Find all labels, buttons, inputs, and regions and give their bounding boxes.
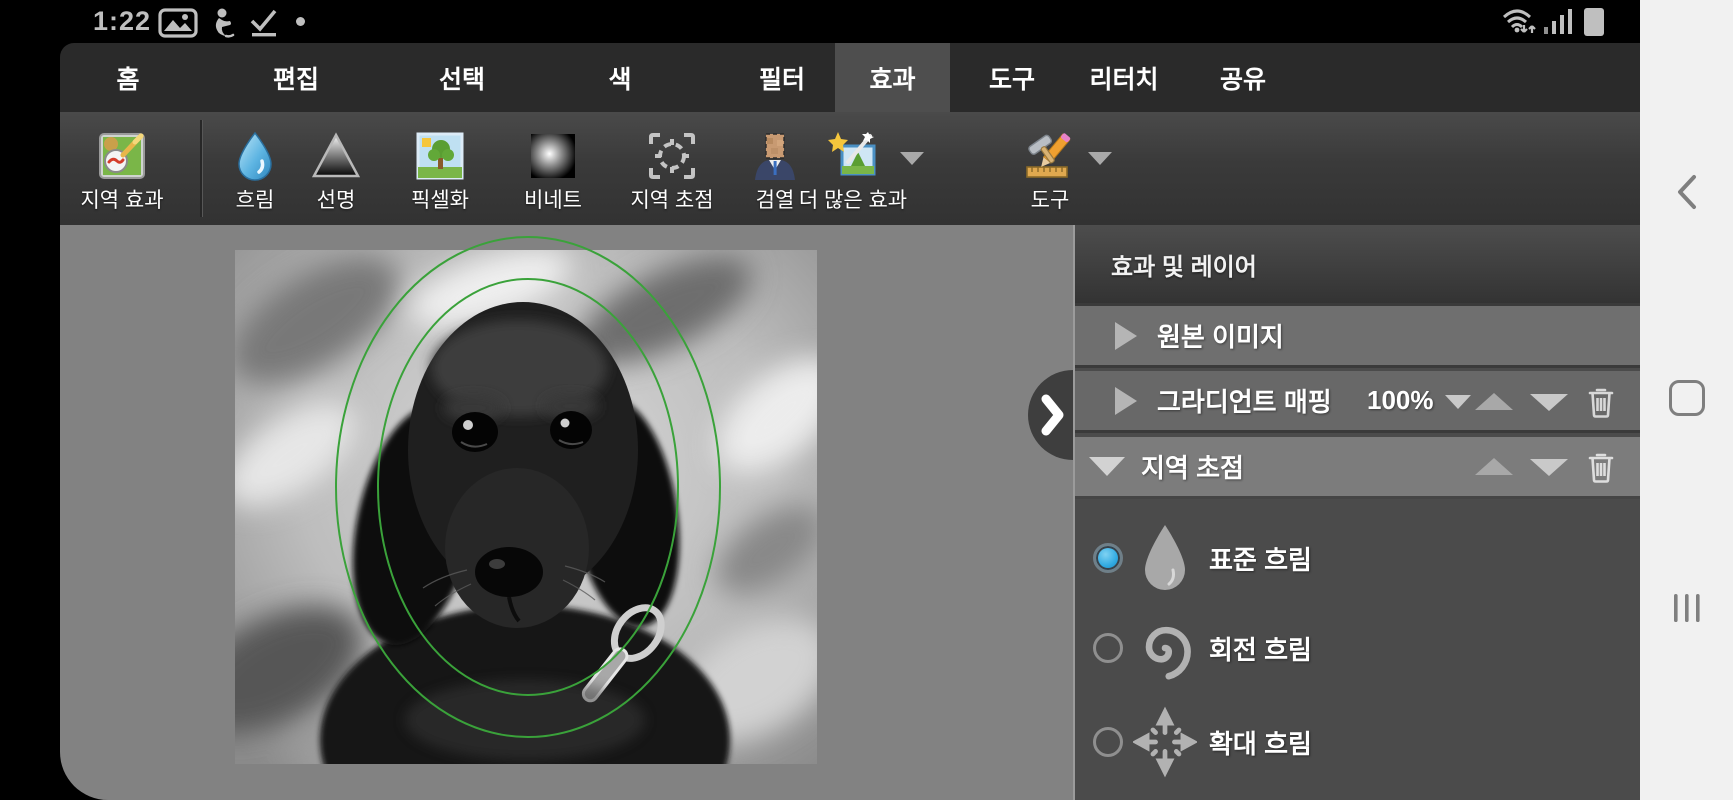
signal-icon	[1544, 9, 1572, 34]
chevron-down-icon	[1088, 152, 1112, 165]
nav-recents-button[interactable]	[1640, 563, 1733, 653]
zoom-arrows-icon	[1133, 706, 1197, 778]
notification-dot	[296, 17, 305, 26]
effects-layers-panel: 효과 및 레이어 원본 이미지 그라디언트 매핑 100% 지역 초점 표준 흐…	[1073, 225, 1640, 800]
focus-option-rotation-blur[interactable]: 회전 흐림	[1075, 608, 1640, 688]
delete-layer-icon[interactable]	[1587, 451, 1615, 483]
toolbar-region-effects[interactable]: 지역 효과	[62, 112, 182, 225]
person-notification-icon	[215, 8, 235, 38]
more-effects-icon	[828, 132, 876, 176]
android-nav-bar	[1640, 0, 1733, 800]
blur-droplet-icon	[238, 131, 272, 181]
move-layer-down-icon[interactable]	[1530, 394, 1568, 411]
radio-selected-icon[interactable]	[1093, 543, 1123, 573]
focus-option-zoom-blur[interactable]: 확대 흐림	[1075, 702, 1640, 782]
tab-home[interactable]: 홈	[48, 43, 208, 112]
home-square-icon	[1668, 380, 1705, 416]
droplet-icon	[1145, 525, 1185, 590]
nav-back-button[interactable]	[1640, 147, 1733, 237]
panel-title: 효과 및 레이어	[1111, 253, 1257, 281]
layer-row-radial-focus[interactable]: 지역 초점	[1075, 437, 1640, 499]
move-layer-up-icon[interactable]	[1475, 393, 1513, 410]
tab-share[interactable]: 공유	[1163, 43, 1323, 112]
move-layer-down-icon[interactable]	[1530, 459, 1568, 476]
region-effects-icon	[99, 133, 145, 179]
check-notification-icon	[250, 9, 277, 37]
nav-home-button[interactable]	[1640, 353, 1733, 443]
spiral-icon	[1145, 626, 1191, 680]
layer-row-gradient-mapping[interactable]: 그라디언트 매핑 100%	[1075, 371, 1640, 433]
collapse-down-icon[interactable]	[1089, 457, 1125, 476]
sharpen-triangle-icon	[311, 132, 361, 178]
toolbar-pixelate[interactable]: 픽셀화	[380, 112, 500, 225]
radio-unselected-icon[interactable]	[1093, 633, 1123, 663]
tab-select[interactable]: 선택	[382, 43, 542, 112]
vignette-icon	[531, 134, 575, 178]
toolbar-vignette[interactable]: 비네트	[493, 112, 613, 225]
layer-row-original-image[interactable]: 원본 이미지	[1075, 306, 1640, 368]
toolbar-more-effects[interactable]: 더 많은 효과	[788, 112, 924, 225]
tab-edit[interactable]: 편집	[216, 43, 376, 112]
wifi-icon	[1502, 9, 1536, 33]
tab-bar: 홈 편집 선택 색 필터 효과 도구 리터치 공유	[60, 43, 1640, 113]
toolbar-sharpen[interactable]: 선명	[276, 112, 396, 225]
tools-icon	[1026, 133, 1071, 178]
pixelate-icon	[416, 132, 464, 180]
image-notification-icon	[158, 8, 198, 38]
status-bar: 1:22	[0, 0, 1640, 43]
delete-layer-icon[interactable]	[1587, 386, 1615, 418]
layer-opacity-value[interactable]: 100%	[1367, 385, 1434, 416]
effects-toolbar: 지역 효과 흐림 선명 픽셀화 비네트 지역 초점 검열 더 많은 효과 도구	[60, 112, 1640, 225]
photo-preview	[235, 250, 817, 764]
back-chevron-icon	[1677, 175, 1696, 209]
chevron-down-icon	[900, 152, 924, 165]
opacity-dropdown-icon[interactable]	[1445, 395, 1471, 409]
expand-right-icon[interactable]	[1115, 386, 1137, 415]
focus-option-standard-blur[interactable]: 표준 흐림	[1075, 518, 1640, 598]
clock: 1:22	[93, 6, 152, 36]
recents-icon	[1673, 594, 1700, 622]
radio-unselected-icon[interactable]	[1093, 727, 1123, 757]
toolbar-tools[interactable]: 도구	[990, 112, 1112, 225]
move-layer-up-icon[interactable]	[1475, 458, 1513, 475]
radial-focus-icon	[649, 133, 695, 179]
toolbar-radial-focus[interactable]: 지역 초점	[612, 112, 732, 225]
chevron-right-icon	[1041, 394, 1064, 436]
panel-header: 효과 및 레이어	[1075, 225, 1640, 306]
tab-color[interactable]: 색	[540, 43, 700, 112]
expand-right-icon[interactable]	[1115, 321, 1137, 350]
battery-icon	[1584, 8, 1604, 36]
